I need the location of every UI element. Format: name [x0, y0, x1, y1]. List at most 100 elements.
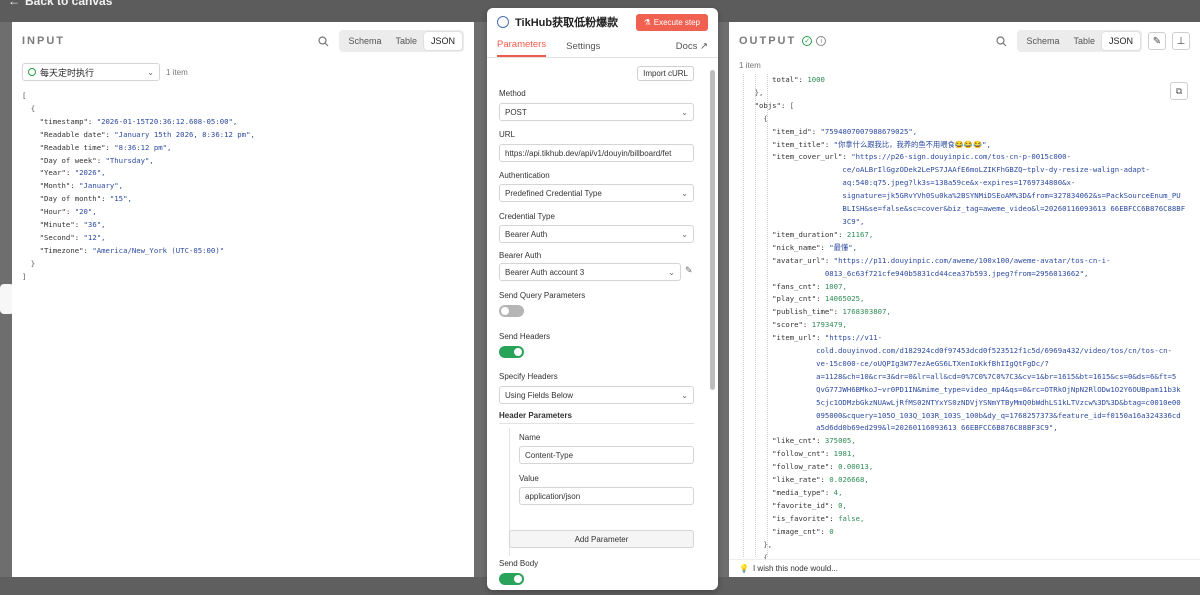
json-line: a=1128&ch=10&cr=3&dr=0&lr=all&cd=0%7C0%7…	[737, 371, 1177, 381]
edit-output-icon[interactable]: ✎	[1148, 32, 1166, 50]
execute-step-button[interactable]: ⚗ Execute step	[635, 13, 708, 31]
pin-icon[interactable]: ⊥	[1172, 32, 1190, 50]
input-view-switch: Schema Table JSON	[339, 30, 464, 52]
credential-type-select[interactable]: Bearer Auth ⌄	[499, 225, 694, 243]
input-panel-header: INPUT Schema Table JSON	[12, 22, 474, 60]
json-line: "avatar_url": "https://p11.douyinpic.com…	[772, 255, 1111, 265]
bearer-auth-label: Bearer Auth	[499, 251, 542, 260]
send-body-toggle[interactable]	[499, 573, 524, 585]
specify-headers-select[interactable]: Using Fields Below ⌄	[499, 386, 694, 404]
json-line: QvG77JWH6BMkoJ~vr0PD1IN&mime_type=video_…	[737, 384, 1181, 394]
pencil-icon[interactable]: ✎	[685, 265, 693, 276]
clock-icon	[28, 68, 36, 76]
tab-table[interactable]: Table	[1066, 32, 1102, 50]
json-line: "Minute": "36",	[39, 220, 106, 230]
input-item-count: 1 item	[166, 67, 188, 77]
tab-parameters[interactable]: Parameters	[497, 39, 547, 57]
tab-json[interactable]: JSON	[1101, 32, 1140, 50]
send-query-label: Send Query Parameters	[499, 291, 586, 300]
url-value: https://api.tikhub.dev/api/v1/douyin/bil…	[505, 148, 672, 158]
json-line: 095000&cquery=105O_103Q_103R_103S_100b&d…	[737, 410, 1181, 420]
json-line: "item_duration": 21167,	[772, 229, 874, 239]
search-icon[interactable]	[993, 33, 1009, 49]
divider	[499, 423, 694, 424]
json-line: "item_title": "你拿什么跟我比，我养的鱼不用喂食😂😂😂",	[772, 139, 991, 149]
check-circle-icon: ✓	[802, 36, 813, 46]
back-to-canvas-link[interactable]: ← Back to canvas	[8, 0, 112, 8]
json-line: signature=jk5GRvYVh0Su0ka%2BSYNMiDSEoAM%…	[737, 191, 1181, 201]
copy-icon[interactable]: ⧉	[1170, 82, 1188, 100]
output-view-switch: Schema Table JSON	[1017, 30, 1142, 52]
output-item-count: 1 item	[739, 61, 761, 70]
json-line: ve-15c000-ce/oUQPIg3W77ezAeGS6LTXenIoKkf…	[737, 358, 1049, 368]
bearer-auth-value: Bearer Auth account 3	[505, 267, 585, 277]
docs-link[interactable]: Docs ↗	[676, 41, 708, 57]
json-line: "media_type": 4,	[772, 488, 843, 497]
arrow-left-icon: ←	[8, 0, 20, 8]
output-json-view: total": 1000 }, "objs": [ { "item_id": "…	[737, 74, 1186, 577]
flask-icon: ⚗	[643, 17, 651, 27]
send-body-label: Send Body	[499, 559, 539, 568]
authentication-value: Predefined Credential Type	[505, 188, 602, 198]
output-json-viewport[interactable]: total": 1000 }, "objs": [ { "item_id": "…	[737, 74, 1189, 577]
json-line: "item_url": "https://v11-	[772, 333, 883, 343]
json-line: BLISH&se=false&sc=cover&biz_tag=aweme_vi…	[737, 204, 1186, 214]
output-panel-title: OUTPUT	[739, 35, 797, 47]
input-node-select[interactable]: 每天定时执行 ⌄	[22, 63, 160, 81]
node-title[interactable]: TikHub获取低粉爆款	[515, 14, 618, 30]
json-line: "Month": "January",	[39, 181, 124, 191]
node-tabs: Parameters Settings Docs ↗	[487, 36, 718, 58]
chevron-down-icon: ⌄	[681, 188, 688, 198]
send-headers-toggle[interactable]	[499, 346, 524, 358]
send-query-toggle[interactable]	[499, 305, 524, 317]
tab-schema[interactable]: Schema	[341, 32, 388, 50]
input-node-select-value: 每天定时执行	[40, 67, 95, 78]
json-line: "image_cnt": 0	[772, 526, 834, 536]
json-line: "Day of month": "15",	[39, 194, 132, 204]
feedback-bar[interactable]: 💡 I wish this node would...	[729, 559, 1200, 577]
tab-settings[interactable]: Settings	[566, 41, 600, 57]
input-panel: INPUT Schema Table JSON 每天定时执行 ⌄ 1 item …	[12, 22, 474, 577]
json-line: ]	[22, 271, 27, 281]
url-input[interactable]: https://api.tikhub.dev/api/v1/douyin/bil…	[499, 144, 694, 162]
json-line: "timestamp": "2026-01-15T20:36:12.608-05…	[39, 116, 238, 126]
json-line: "Readable date": "January 15th 2026, 8:3…	[39, 129, 255, 139]
credential-type-value: Bearer Auth	[505, 229, 548, 239]
feedback-label: I wish this node would...	[752, 564, 838, 573]
json-line: cold.douyinvod.com/d182924cd0f97453dcd0f…	[737, 346, 1172, 356]
input-json-view: [ { "timestamp": "2026-01-15T20:36:12.60…	[22, 90, 255, 284]
bearer-auth-select[interactable]: Bearer Auth account 3 ⌄	[499, 263, 681, 281]
json-line: a5d6dd0b69ed299&l=20260116093613 66EBFCC…	[737, 423, 1058, 433]
authentication-select[interactable]: Predefined Credential Type ⌄	[499, 184, 694, 202]
parameters-scrollbar[interactable]	[710, 70, 715, 390]
json-line: [	[22, 91, 27, 100]
chevron-down-icon: ⌄	[681, 229, 688, 239]
search-icon[interactable]	[315, 33, 331, 49]
json-line: "favorite_id": 0,	[772, 500, 847, 510]
method-value: POST	[505, 107, 527, 117]
method-select[interactable]: POST ⌄	[499, 103, 694, 121]
output-panel-header: OUTPUT ✓ i Schema Table JSON ✎ ⊥	[729, 22, 1200, 60]
json-line: 5cjc1ODMzbGkzNUAwLjRfMS02NTYxYS0zNDVjYSN…	[737, 397, 1181, 407]
tab-json[interactable]: JSON	[423, 32, 462, 50]
credential-type-label: Credential Type	[499, 212, 555, 221]
authentication-label: Authentication	[499, 171, 550, 180]
add-parameter-button[interactable]: Add Parameter	[509, 530, 694, 548]
header-name-value: Content-Type	[525, 450, 574, 460]
header-value-input[interactable]: application/json	[519, 487, 694, 505]
import-curl-button[interactable]: Import cURL	[637, 66, 694, 81]
info-icon[interactable]: i	[816, 36, 827, 46]
tab-table[interactable]: Table	[388, 32, 424, 50]
json-line: "Second": "12",	[39, 232, 106, 242]
json-line: "like_rate": 0.026668,	[772, 475, 869, 485]
header-name-label: Name	[519, 433, 541, 442]
external-link-icon: ↗	[700, 41, 708, 52]
chevron-down-icon: ⌄	[681, 107, 688, 117]
header-parameters-label: Header Parameters	[499, 411, 572, 420]
method-label: Method	[499, 89, 526, 98]
json-line: "Hour": "20",	[39, 207, 97, 217]
node-parameters-panel: TikHub获取低粉爆款 ⚗ Execute step Parameters S…	[487, 8, 718, 590]
header-name-input[interactable]: Content-Type	[519, 446, 694, 464]
json-line: "item_cover_url": "https://p26-sign.douy…	[772, 152, 1071, 162]
tab-schema[interactable]: Schema	[1019, 32, 1066, 50]
